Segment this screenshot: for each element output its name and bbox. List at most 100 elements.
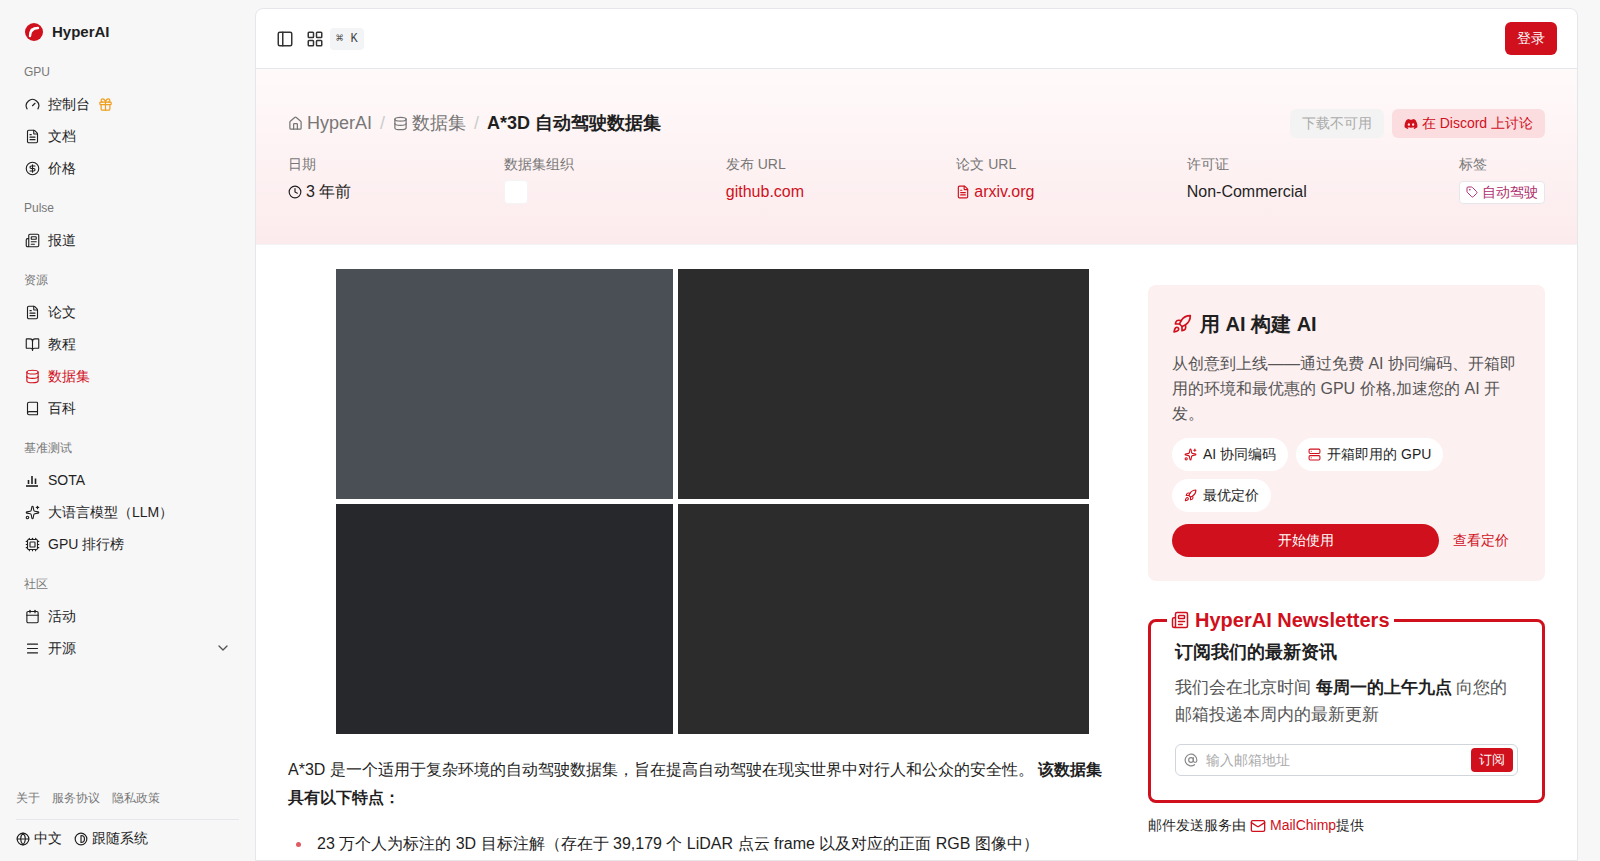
section-title: 基准测试 <box>16 436 239 460</box>
tag-icon <box>1466 186 1478 198</box>
sidebar-section: GPU 控制台文档价格 <box>16 48 239 184</box>
mail-provider: 邮件发送服务由 MailChimp 提供 <box>1148 815 1545 836</box>
hyperai-logo-icon <box>24 22 44 42</box>
section-title: GPU <box>16 60 239 84</box>
sparkles-icon <box>25 505 40 520</box>
apps-icon <box>306 30 324 48</box>
rocket-icon <box>1172 314 1192 334</box>
footer-links: 关于服务协议隐私政策 <box>16 789 239 820</box>
description: A*3D 是一个适用于复杂环境的自动驾驶数据集，旨在提高自动驾驶在现实世界中对行… <box>288 756 1112 812</box>
top-bar: ⌘ K 登录 <box>256 9 1577 69</box>
sidebar-item[interactable]: 教程 <box>16 328 239 360</box>
breadcrumb-current: A*3D 自动驾驶数据集 <box>487 110 661 137</box>
chevron-down-icon[interactable] <box>215 640 231 656</box>
docs-icon <box>25 129 40 144</box>
main: ⌘ K 登录 HyperAI / 数据集 / A*3D 自动驾驶数据集 下载不可用在 Disc… <box>255 0 1600 861</box>
language-switch[interactable]: 中文 <box>16 828 62 849</box>
sidebar-item[interactable]: 活动 <box>16 600 239 632</box>
sidebar-item[interactable]: 价格 <box>16 152 239 184</box>
at-icon <box>1184 753 1198 767</box>
home-icon <box>288 116 303 131</box>
dataset-header: HyperAI / 数据集 / A*3D 自动驾驶数据集 下载不可用在 Discord 上… <box>256 69 1577 245</box>
sidebar: HyperAI GPU 控制台文档价格 Pulse 报道资源论文教程数据集百科基准测试 S… <box>0 0 255 861</box>
command-menu[interactable]: ⌘ K <box>306 28 364 50</box>
sidebar-item[interactable]: 开源 <box>16 632 239 664</box>
email-field: 订阅 <box>1175 744 1518 776</box>
newsletter-icon <box>1171 611 1189 629</box>
theme-icon <box>74 832 88 846</box>
sidebar-item[interactable]: 大语言模型（LLM） <box>16 496 239 528</box>
tag[interactable]: 自动驾驶 <box>1459 181 1545 204</box>
pricing-link[interactable]: 查看定价 <box>1453 530 1509 551</box>
sidebar-item[interactable]: 报道 <box>16 224 239 256</box>
sidebar-section: 社区活动开源 <box>16 560 239 664</box>
meta-field: 发布 URLgithub.com <box>726 154 804 204</box>
sidebar-item[interactable]: 文档 <box>16 120 239 152</box>
feature-item: 23 万个人为标注的 3D 目标注解（存在于 39,179 个 LiDAR 点云… <box>288 830 1112 858</box>
sidebar-item[interactable]: GPU 排行榜 <box>16 528 239 560</box>
database-icon <box>393 116 408 131</box>
paper-link[interactable]: arxiv.org <box>956 180 1034 204</box>
breadcrumb-separator: / <box>380 110 385 137</box>
discord-button[interactable]: 在 Discord 上讨论 <box>1392 109 1545 138</box>
section-title: 社区 <box>16 572 239 596</box>
section-title: Pulse <box>16 196 239 220</box>
sidebar-item[interactable]: SOTA <box>16 464 239 496</box>
download-button[interactable]: 下载不可用 <box>1290 109 1384 138</box>
tutorial-icon <box>25 337 40 352</box>
open-source-icon <box>25 641 40 656</box>
discord-icon <box>1404 117 1418 131</box>
feature-chip: AI 协同编码 <box>1172 438 1288 471</box>
feature-list: 23 万个人为标注的 3D 目标注解（存在于 39,179 个 LiDAR 点云… <box>288 830 1112 858</box>
rocket-icon <box>1184 489 1197 502</box>
newsletter-box: HyperAI Newsletters订阅我们的最新资讯我们会在北京时间 每周一… <box>1148 605 1545 803</box>
theme-switch[interactable]: 跟随系统 <box>74 828 148 849</box>
breadcrumb-item[interactable]: HyperAI <box>288 110 372 137</box>
org-logo[interactable] <box>504 180 528 204</box>
calendar-icon <box>25 609 40 624</box>
database-icon <box>25 369 40 384</box>
breadcrumb-separator: / <box>474 110 479 137</box>
sidebar-item[interactable]: 百科 <box>16 392 239 424</box>
clock-icon <box>288 185 302 199</box>
promo-card: 用 AI 构建 AI从创意到上线——通过免费 AI 协同编码、开箱即用的环境和最… <box>1148 285 1545 581</box>
gift-icon <box>98 97 113 112</box>
feature-chip: 最优定价 <box>1172 479 1271 512</box>
meta-field: 日期3 年前 <box>288 154 351 204</box>
mailchimp-link[interactable]: MailChimp <box>1270 815 1336 836</box>
dashboard-icon <box>25 97 40 112</box>
sidebar-section: Pulse 报道 <box>16 184 239 256</box>
start-button[interactable]: 开始使用 <box>1172 524 1439 557</box>
chart-icon <box>24 472 40 488</box>
server-icon <box>1308 448 1321 461</box>
breadcrumb: HyperAI / 数据集 / A*3D 自动驾驶数据集 <box>288 110 661 137</box>
paper-icon <box>956 185 970 199</box>
breadcrumb-item[interactable]: 数据集 <box>393 110 466 137</box>
sidebar-section: 基准测试 SOTA大语言模型（LLM）GPU 排行榜 <box>16 424 239 560</box>
brand[interactable]: HyperAI <box>16 16 239 48</box>
sidebar-item[interactable]: 数据集 <box>16 360 239 392</box>
sidebar-section: 资源论文教程数据集百科 <box>16 256 239 424</box>
app: HyperAIGPU控制台文档价格Pulse报道资源论文教程数据集百科基准测试S… <box>0 0 1600 861</box>
subscribe-button[interactable]: 订阅 <box>1471 748 1513 772</box>
mail-icon <box>1250 818 1266 834</box>
footer-link[interactable]: 服务协议 <box>52 789 100 807</box>
dataset-preview-image <box>288 269 1112 734</box>
sidebar-item[interactable]: 控制台 <box>16 88 239 120</box>
email-input[interactable] <box>1206 750 1463 771</box>
sidebar-item[interactable]: 论文 <box>16 296 239 328</box>
section-title: 资源 <box>16 268 239 292</box>
login-button[interactable]: 登录 <box>1505 22 1557 55</box>
footer-link[interactable]: 隐私政策 <box>112 789 160 807</box>
news-icon <box>25 233 40 248</box>
feature-chip: 开箱即用的 GPU <box>1296 438 1443 471</box>
wiki-icon <box>25 401 40 416</box>
footer-link[interactable]: 关于 <box>16 789 40 807</box>
release-link[interactable]: github.com <box>726 180 804 204</box>
meta-field: 数据集组织 <box>504 154 574 204</box>
shortcut-key: ⌘ K <box>330 28 364 50</box>
globe-icon <box>16 832 30 846</box>
cpu-icon <box>25 537 40 552</box>
sidebar-toggle-icon[interactable] <box>276 30 294 48</box>
meta-field: 许可证Non-Commercial <box>1187 154 1307 204</box>
